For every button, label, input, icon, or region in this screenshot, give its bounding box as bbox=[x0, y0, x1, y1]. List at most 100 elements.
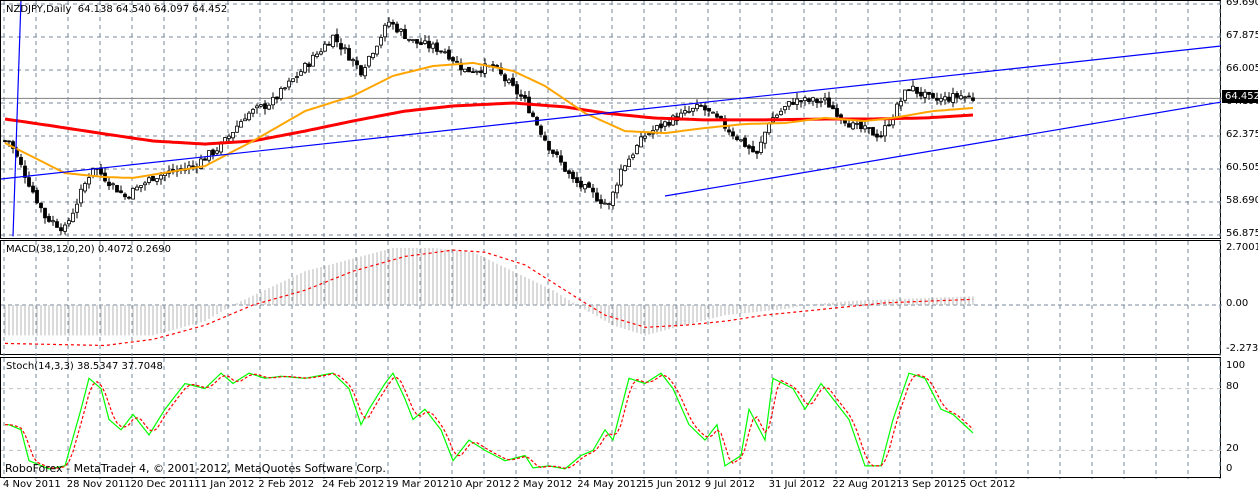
candle-bull bbox=[959, 95, 963, 100]
macd-axis-label: 2.7001 bbox=[1226, 242, 1258, 253]
price-axis-label: 60.505 bbox=[1226, 162, 1258, 173]
candle-bull bbox=[323, 43, 327, 52]
candle-bear bbox=[471, 71, 475, 74]
candle-bear bbox=[559, 155, 563, 163]
candle-bear bbox=[115, 185, 119, 193]
candle-bull bbox=[463, 68, 467, 73]
candle-bear bbox=[211, 149, 215, 156]
time-axis-label: 4 Nov 2011 bbox=[3, 479, 61, 490]
candle-bull bbox=[627, 158, 631, 168]
candle-bull bbox=[315, 53, 319, 57]
candle-bear bbox=[871, 127, 875, 136]
macd-axis-label: -2.2731 bbox=[1226, 343, 1258, 354]
candle-bull bbox=[259, 104, 263, 107]
candle-bear bbox=[847, 123, 851, 128]
candle-bear bbox=[947, 96, 951, 102]
candle-bear bbox=[659, 123, 663, 129]
time-axis-label: 24 Feb 2012 bbox=[322, 479, 385, 490]
time-axis-label: 22 Aug 2012 bbox=[832, 479, 897, 490]
candle-bull bbox=[767, 123, 771, 134]
stoch-axis-label: 20 bbox=[1226, 443, 1239, 454]
candle-bull bbox=[663, 121, 667, 127]
candle-bear bbox=[539, 125, 543, 135]
candle-bull bbox=[131, 188, 135, 200]
candle-bear bbox=[907, 89, 911, 92]
candle-bull bbox=[51, 220, 55, 223]
candle-bull bbox=[687, 110, 691, 113]
candle-bull bbox=[583, 184, 587, 190]
candle-bull bbox=[343, 47, 347, 50]
stoch-axis-label: 0 bbox=[1226, 463, 1233, 474]
time-axis-label: 20 Dec 2011 bbox=[130, 479, 195, 490]
candle-bear bbox=[667, 121, 671, 126]
candle-bull bbox=[407, 38, 411, 41]
candle-bull bbox=[423, 40, 427, 44]
time-axis-label: 2 Feb 2012 bbox=[258, 479, 315, 490]
candle-bull bbox=[607, 203, 611, 206]
stochastic-canvas bbox=[1, 358, 1222, 479]
trendline bbox=[12, 1, 22, 237]
candle-bear bbox=[731, 131, 735, 137]
candle-bear bbox=[755, 150, 759, 154]
candle-bull bbox=[759, 141, 763, 153]
candle-bull bbox=[319, 51, 323, 55]
macd-pane[interactable]: MACD(38,120,20) 0.4072 0.2690 bbox=[0, 240, 1222, 356]
candle-bull bbox=[695, 104, 699, 110]
candle-bear bbox=[119, 190, 123, 193]
candle-bull bbox=[443, 51, 447, 54]
candle-bear bbox=[967, 95, 971, 98]
candle-bear bbox=[455, 60, 459, 63]
candle-bull bbox=[623, 165, 627, 171]
candle-bear bbox=[503, 74, 507, 82]
candle-bear bbox=[415, 39, 419, 44]
candle-bull bbox=[299, 71, 303, 76]
candle-bear bbox=[335, 34, 339, 43]
candle-bull bbox=[87, 177, 91, 185]
candle-bull bbox=[939, 98, 943, 102]
candle-bear bbox=[339, 43, 343, 50]
candle-bear bbox=[591, 187, 595, 193]
candle-bear bbox=[427, 40, 431, 49]
candle-bull bbox=[215, 150, 219, 154]
candle-bull bbox=[207, 150, 211, 161]
candle-bear bbox=[519, 94, 523, 97]
candle-bull bbox=[851, 122, 855, 130]
time-axis-label: 31 Jul 2012 bbox=[768, 479, 826, 490]
time-axis-label: 2 May 2012 bbox=[513, 479, 573, 490]
candle-bull bbox=[611, 191, 615, 206]
candle-bear bbox=[451, 57, 455, 62]
stochastic-pane[interactable]: Stoch(14,3,3) 38.5347 37.7048 bbox=[0, 357, 1222, 479]
time-axis-label: 15 Jun 2012 bbox=[641, 479, 702, 490]
candle-bear bbox=[887, 124, 891, 127]
candle-bull bbox=[647, 133, 651, 136]
candle-bull bbox=[279, 88, 283, 99]
candle-bull bbox=[227, 135, 231, 139]
candle-bull bbox=[431, 43, 435, 49]
candle-bull bbox=[603, 202, 607, 205]
candle-bull bbox=[375, 45, 379, 55]
candle-bull bbox=[247, 112, 251, 121]
candle-bear bbox=[107, 181, 111, 187]
candle-bull bbox=[691, 107, 695, 112]
price-chart-pane[interactable]: NZDJPY,Daily 64.138 64.540 64.097 64.452 bbox=[0, 0, 1222, 240]
candle-bull bbox=[643, 135, 647, 139]
candle-bear bbox=[859, 121, 863, 130]
candle-bull bbox=[371, 53, 375, 59]
candle-bear bbox=[123, 193, 127, 198]
candle-bear bbox=[827, 97, 831, 108]
candle-bear bbox=[511, 77, 515, 86]
candle-bull bbox=[943, 96, 947, 101]
candle-bear bbox=[595, 192, 599, 202]
stoch-axis-label: 100 bbox=[1226, 360, 1246, 371]
candle-bull bbox=[655, 125, 659, 131]
candle-bull bbox=[143, 182, 147, 186]
candle-bull bbox=[475, 70, 479, 73]
candle-bear bbox=[347, 48, 351, 61]
candle-bear bbox=[203, 158, 207, 161]
candle-bear bbox=[567, 170, 571, 174]
candle-bear bbox=[727, 129, 731, 133]
candle-bull bbox=[155, 178, 159, 182]
candle-bull bbox=[67, 220, 71, 225]
candle-bull bbox=[63, 224, 67, 232]
candle-bear bbox=[971, 97, 975, 101]
